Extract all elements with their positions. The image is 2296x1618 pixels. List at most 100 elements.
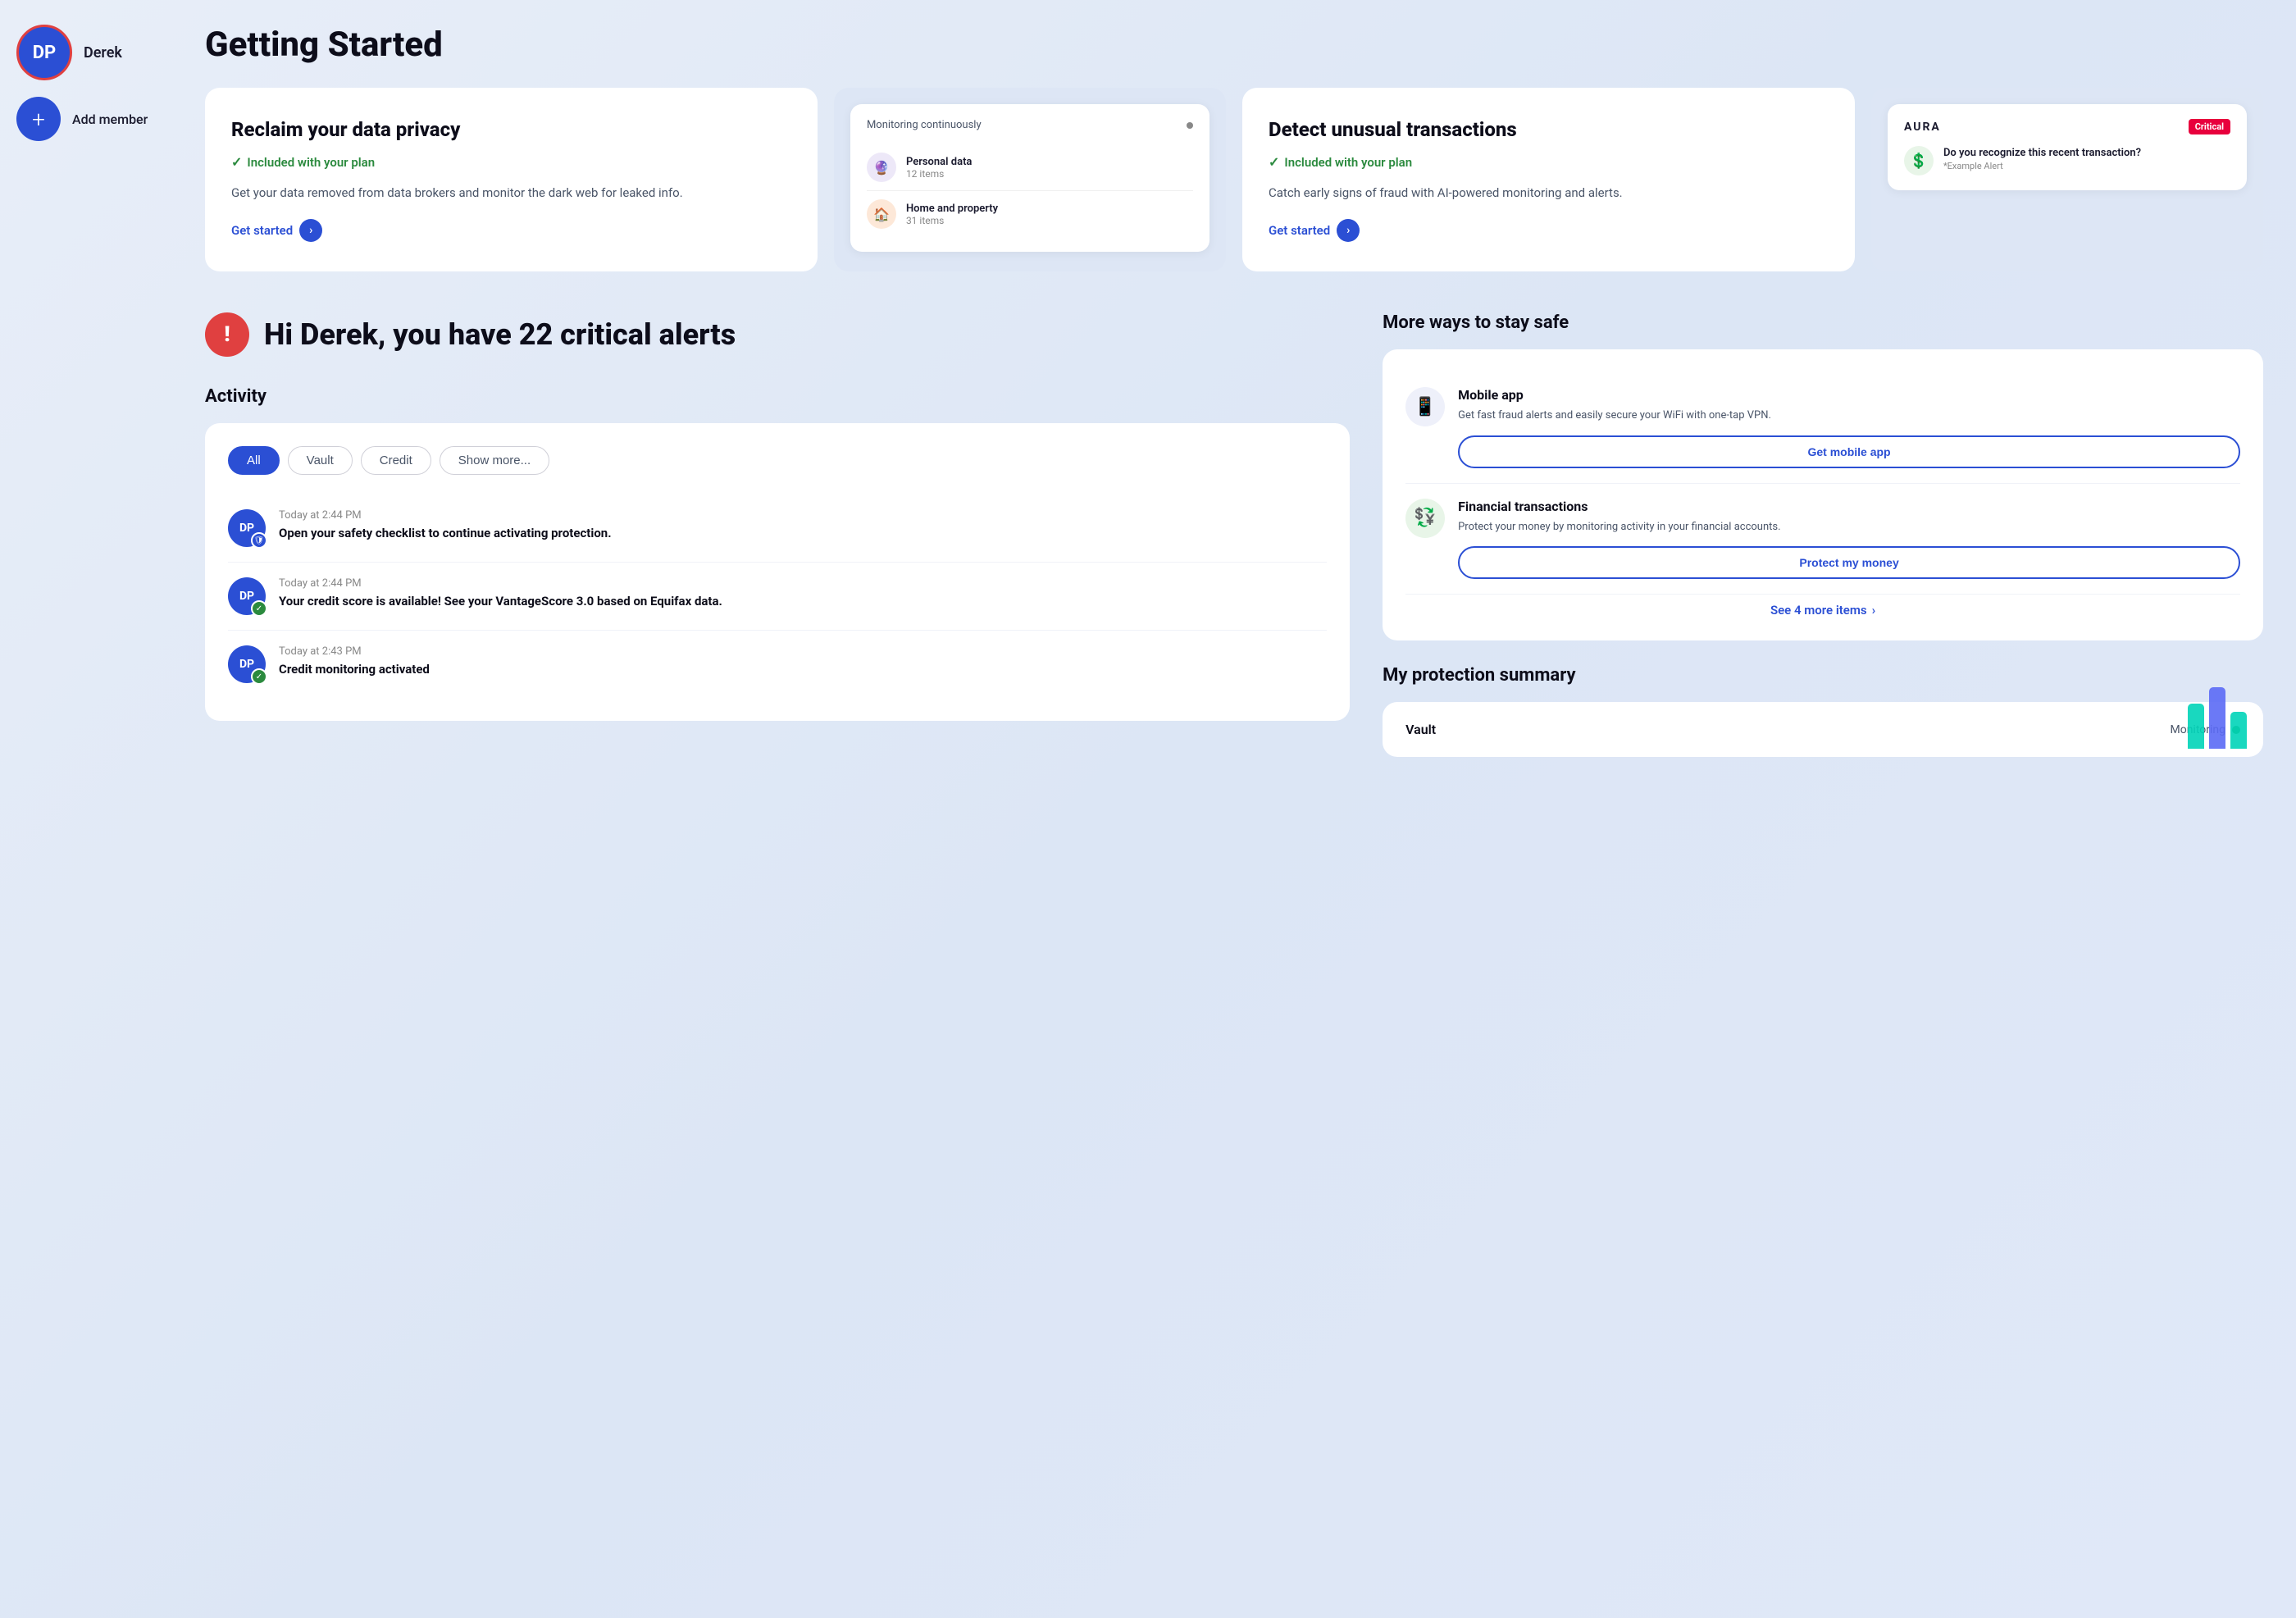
transactions-card: Detect unusual transactions ✓ Included w… bbox=[1242, 88, 1855, 271]
check-badge-2: ✓ bbox=[251, 600, 267, 617]
data-privacy-desc: Get your data removed from data brokers … bbox=[231, 183, 791, 203]
transactions-desc: Catch early signs of fraud with AI-power… bbox=[1269, 183, 1829, 203]
filter-tab-credit[interactable]: Credit bbox=[361, 446, 431, 475]
mobile-app-title: Mobile app bbox=[1458, 387, 2240, 403]
activity-time-3: Today at 2:43 PM bbox=[279, 645, 1327, 658]
financial-transactions-item: 💱 Financial transactions Protect your mo… bbox=[1405, 484, 2240, 595]
filter-tabs: All Vault Credit Show more... bbox=[228, 446, 1327, 475]
add-member-label: Add member bbox=[72, 112, 148, 127]
activity-text-3: Credit monitoring activated bbox=[279, 661, 1327, 678]
financial-content: Financial transactions Protect your mone… bbox=[1458, 499, 2240, 580]
activity-time-2: Today at 2:44 PM bbox=[279, 577, 1327, 590]
financial-title: Financial transactions bbox=[1458, 499, 2240, 514]
protection-card: Vault Monitoring bbox=[1383, 702, 2263, 757]
aura-alert-icon: 💲 bbox=[1904, 146, 1934, 175]
aura-inner: AURA Critical 💲 Do you recognize this re… bbox=[1888, 104, 2247, 190]
activity-time-1: Today at 2:44 PM bbox=[279, 509, 1327, 522]
mobile-app-desc: Get fast fraud alerts and easily secure … bbox=[1458, 408, 2240, 424]
filter-tab-more[interactable]: Show more... bbox=[440, 446, 549, 475]
arrow-icon-2: › bbox=[1337, 219, 1360, 242]
activity-content-1: Today at 2:44 PM Open your safety checkl… bbox=[279, 509, 1327, 542]
activity-content-3: Today at 2:43 PM Credit monitoring activ… bbox=[279, 645, 1327, 678]
alert-exclamation-icon: ! bbox=[205, 312, 249, 357]
get-mobile-app-button[interactable]: Get mobile app bbox=[1458, 435, 2240, 468]
see-more-text: See 4 more items bbox=[1770, 603, 1867, 618]
monitoring-header: Monitoring continuously bbox=[867, 119, 1193, 131]
activity-avatar-3: DP ✓ bbox=[228, 645, 266, 683]
critical-badge: Critical bbox=[2189, 119, 2230, 134]
shield-badge-1: 🛡 bbox=[251, 532, 267, 549]
personal-data-title: Personal data bbox=[906, 156, 972, 168]
add-member-button[interactable]: + Add member bbox=[16, 97, 164, 141]
monitoring-card: Monitoring continuously 🔮 Personal data … bbox=[834, 88, 1226, 271]
aura-header: AURA Critical bbox=[1904, 119, 2230, 134]
main-content: Getting Started Reclaim your data privac… bbox=[180, 0, 2296, 1618]
property-text: Home and property 31 items bbox=[906, 203, 998, 226]
activity-list: DP 🛡 Today at 2:44 PM Open your safety c… bbox=[228, 495, 1327, 698]
activity-text-1: Open your safety checklist to continue a… bbox=[279, 525, 1327, 542]
right-section: More ways to stay safe 📱 Mobile app Get … bbox=[1383, 312, 2263, 757]
property-title: Home and property bbox=[906, 203, 998, 215]
user-profile[interactable]: DP Derek bbox=[16, 25, 164, 80]
activity-avatar-2: DP ✓ bbox=[228, 577, 266, 615]
aura-alert-item: 💲 Do you recognize this recent transacti… bbox=[1904, 146, 2230, 175]
vault-label: Vault bbox=[1405, 722, 1436, 737]
mobile-app-item: 📱 Mobile app Get fast fraud alerts and e… bbox=[1405, 372, 2240, 484]
monitoring-status-dot bbox=[1187, 122, 1193, 129]
monitoring-label: Monitoring continuously bbox=[867, 119, 982, 131]
financial-desc: Protect your money by monitoring activit… bbox=[1458, 519, 2240, 536]
check-icon-2: ✓ bbox=[1269, 154, 1279, 170]
add-icon: + bbox=[16, 97, 61, 141]
activity-text-2: Your credit score is available! See your… bbox=[279, 593, 1327, 610]
included-badge-1: ✓ Included with your plan bbox=[231, 154, 791, 170]
included-badge-2: ✓ Included with your plan bbox=[1269, 154, 1829, 170]
financial-icon: 💱 bbox=[1405, 499, 1445, 538]
stay-safe-title: More ways to stay safe bbox=[1383, 312, 2263, 333]
personal-data-text: Personal data 12 items bbox=[906, 156, 972, 180]
user-name: Derek bbox=[84, 44, 122, 62]
sidebar: DP Derek + Add member bbox=[0, 0, 180, 1618]
activity-avatar-1: DP 🛡 bbox=[228, 509, 266, 547]
activity-item: DP ✓ Today at 2:44 PM Your credit score … bbox=[228, 563, 1327, 631]
protection-vault-row: Vault Monitoring bbox=[1405, 722, 2240, 737]
page-title: Getting Started bbox=[205, 25, 2263, 65]
aura-alert-text: Do you recognize this recent transaction… bbox=[1943, 146, 2141, 161]
check-icon-1: ✓ bbox=[231, 154, 242, 170]
activity-item: DP 🛡 Today at 2:44 PM Open your safety c… bbox=[228, 495, 1327, 563]
aura-logo: AURA bbox=[1904, 121, 1941, 134]
data-privacy-get-started[interactable]: Get started › bbox=[231, 219, 791, 242]
bar-2 bbox=[2209, 687, 2225, 749]
data-privacy-title: Reclaim your data privacy bbox=[231, 117, 791, 143]
see-more-chevron: › bbox=[1872, 603, 1876, 618]
transactions-title: Detect unusual transactions bbox=[1269, 117, 1829, 143]
bottom-section: ! Hi Derek, you have 22 critical alerts … bbox=[205, 312, 2263, 757]
left-section: ! Hi Derek, you have 22 critical alerts … bbox=[205, 312, 1350, 757]
aura-card: AURA Critical 💲 Do you recognize this re… bbox=[1871, 88, 2263, 271]
protect-money-button[interactable]: Protect my money bbox=[1458, 546, 2240, 579]
bar-3 bbox=[2230, 712, 2247, 749]
transactions-get-started[interactable]: Get started › bbox=[1269, 219, 1829, 242]
monitoring-item-property: 🏠 Home and property 31 items bbox=[867, 191, 1193, 237]
arrow-icon-1: › bbox=[299, 219, 322, 242]
avatar: DP bbox=[16, 25, 72, 80]
mobile-app-content: Mobile app Get fast fraud alerts and eas… bbox=[1458, 387, 2240, 468]
monitoring-inner: Monitoring continuously 🔮 Personal data … bbox=[850, 104, 1210, 252]
filter-tab-all[interactable]: All bbox=[228, 446, 280, 475]
check-badge-3: ✓ bbox=[251, 668, 267, 685]
data-privacy-card: Reclaim your data privacy ✓ Included wit… bbox=[205, 88, 818, 271]
activity-content-2: Today at 2:44 PM Your credit score is av… bbox=[279, 577, 1327, 610]
aura-alert-sub: *Example Alert bbox=[1943, 161, 2141, 171]
stay-safe-card: 📱 Mobile app Get fast fraud alerts and e… bbox=[1383, 349, 2263, 640]
property-count: 31 items bbox=[906, 215, 998, 226]
getting-started-cards: Reclaim your data privacy ✓ Included wit… bbox=[205, 88, 2263, 271]
filter-tab-vault[interactable]: Vault bbox=[288, 446, 353, 475]
alert-header: ! Hi Derek, you have 22 critical alerts bbox=[205, 312, 1350, 357]
bar-1 bbox=[2188, 704, 2204, 749]
property-icon: 🏠 bbox=[867, 199, 896, 229]
chart-decoration bbox=[2188, 687, 2247, 749]
see-more-link[interactable]: See 4 more items › bbox=[1405, 595, 2240, 618]
activity-card: All Vault Credit Show more... DP 🛡 Today… bbox=[205, 423, 1350, 721]
activity-item: DP ✓ Today at 2:43 PM Credit monitoring … bbox=[228, 631, 1327, 698]
activity-title: Activity bbox=[205, 386, 1350, 407]
alert-title: Hi Derek, you have 22 critical alerts bbox=[264, 317, 736, 353]
